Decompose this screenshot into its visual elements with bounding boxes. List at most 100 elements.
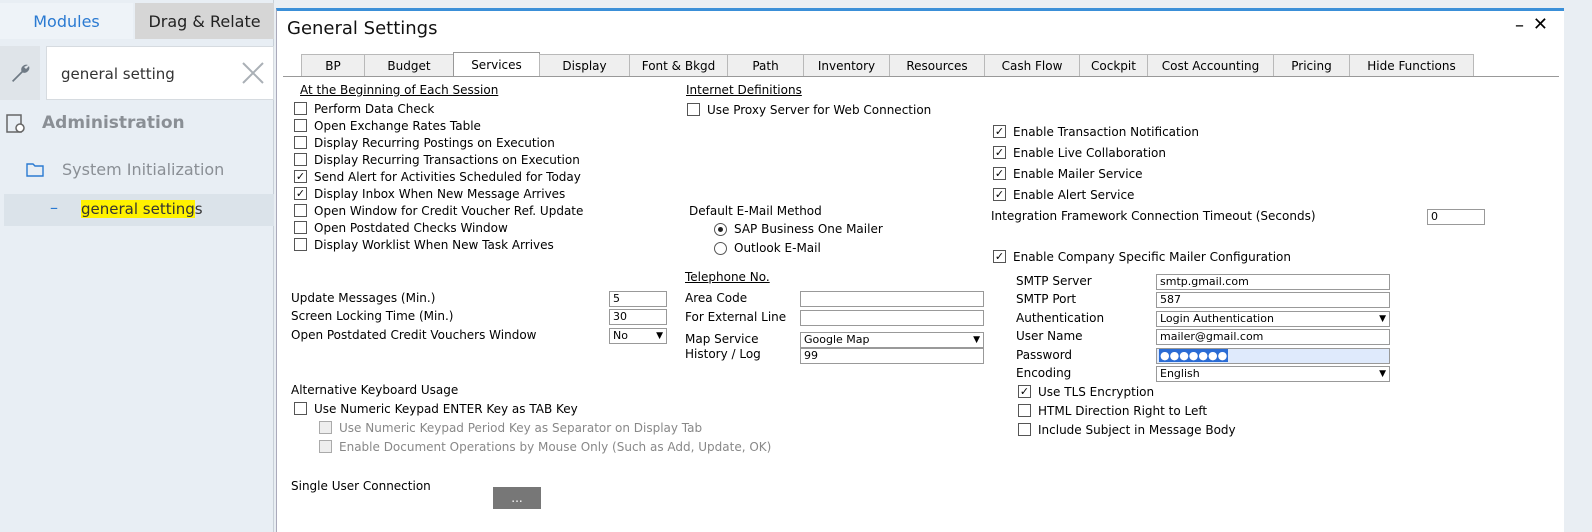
- area-code-label: Area Code: [685, 291, 748, 305]
- rtl-label: HTML Direction Right to Left: [1038, 404, 1208, 418]
- timeout-label: Integration Framework Connection Timeout…: [991, 209, 1316, 223]
- nav-administration[interactable]: Administration: [0, 106, 274, 140]
- tab-path[interactable]: Path: [727, 54, 804, 76]
- general-settings-window: General Settings – ✕ BP Budget Services …: [276, 8, 1564, 532]
- external-line-input[interactable]: [800, 310, 984, 326]
- postdated-vouchers-select[interactable]: No ▼: [609, 328, 667, 344]
- email-method-label: Default E-Mail Method: [689, 204, 822, 218]
- tab-display[interactable]: Display: [539, 54, 630, 76]
- smtp-port-input[interactable]: 587: [1156, 292, 1390, 308]
- authentication-select[interactable]: Login Authentication ▼: [1156, 311, 1390, 327]
- session-option-checkbox[interactable]: [294, 102, 307, 115]
- update-messages-input[interactable]: 5: [609, 291, 667, 307]
- keyboard-header: Alternative Keyboard Usage: [291, 383, 459, 397]
- authentication-label: Authentication: [1016, 311, 1105, 325]
- wrench-icon[interactable]: [0, 46, 40, 100]
- screen-locking-input[interactable]: 30: [609, 309, 667, 325]
- subject-checkbox[interactable]: [1018, 423, 1031, 436]
- telephone-header: Telephone No.: [685, 270, 770, 284]
- user-name-label: User Name: [1016, 329, 1083, 343]
- tab-modules[interactable]: Modules: [0, 3, 133, 39]
- session-option-checkbox[interactable]: [294, 119, 307, 132]
- update-messages-label: Update Messages (Min.): [291, 291, 436, 305]
- tab-pricing[interactable]: Pricing: [1273, 54, 1350, 76]
- period-separator-checkbox[interactable]: [319, 421, 332, 434]
- tab-drag-relate[interactable]: Drag & Relate: [135, 3, 274, 39]
- single-user-button[interactable]: ...: [493, 487, 541, 509]
- tab-font-bkgd[interactable]: Font & Bkgd: [629, 54, 728, 76]
- password-input[interactable]: ●●●●●●●: [1156, 348, 1390, 364]
- session-option-checkbox[interactable]: ✓: [294, 187, 307, 200]
- search-input[interactable]: general setting: [46, 46, 274, 100]
- session-option-checkbox[interactable]: [294, 153, 307, 166]
- email-outlook-radio[interactable]: [714, 242, 727, 255]
- live-collaboration-checkbox[interactable]: ✓: [993, 146, 1006, 159]
- map-service-select[interactable]: Google Map ▼: [800, 332, 984, 348]
- session-option-checkbox[interactable]: [294, 204, 307, 217]
- services-tab-content: At the Beginning of Each Session Perform…: [283, 76, 1559, 532]
- session-option-checkbox[interactable]: [294, 238, 307, 251]
- proxy-label: Use Proxy Server for Web Connection: [707, 103, 932, 117]
- mailer-service-checkbox[interactable]: ✓: [993, 167, 1006, 180]
- history-log-label: History / Log: [685, 347, 761, 361]
- email-sap-radio[interactable]: [714, 223, 727, 236]
- mouse-only-label: Enable Document Operations by Mouse Only…: [339, 440, 772, 454]
- nav-bullet: –: [50, 198, 58, 217]
- timeout-input[interactable]: 0: [1427, 209, 1485, 225]
- session-option-label: Open Exchange Rates Table: [314, 119, 481, 133]
- dropdown-arrow-icon: ▼: [656, 331, 663, 341]
- nav-general-settings[interactable]: – general settings: [4, 194, 274, 226]
- clear-icon[interactable]: [239, 59, 267, 87]
- proxy-checkbox[interactable]: [687, 103, 700, 116]
- encoding-select[interactable]: English ▼: [1156, 366, 1390, 382]
- dropdown-arrow-icon: ▼: [973, 335, 980, 345]
- mailer-service-label: Enable Mailer Service: [1013, 167, 1143, 181]
- tab-hide-functions[interactable]: Hide Functions: [1349, 54, 1474, 76]
- nav-system-initialization[interactable]: System Initialization: [0, 152, 274, 186]
- tab-resources[interactable]: Resources: [889, 54, 985, 76]
- session-option-checkbox[interactable]: ✓: [294, 170, 307, 183]
- nav-system-initialization-label: System Initialization: [62, 160, 225, 179]
- tab-cockpit[interactable]: Cockpit: [1079, 54, 1148, 76]
- postdated-vouchers-label: Open Postdated Credit Vouchers Window: [291, 328, 537, 342]
- session-header: At the Beginning of Each Session: [300, 83, 499, 97]
- user-name-input[interactable]: mailer@gmail.com: [1156, 329, 1390, 345]
- smtp-server-input[interactable]: smtp.gmail.com: [1156, 274, 1390, 290]
- history-log-input[interactable]: 99: [800, 348, 984, 364]
- close-button[interactable]: ✕: [1533, 14, 1548, 35]
- alert-service-label: Enable Alert Service: [1013, 188, 1135, 202]
- external-line-label: For External Line: [685, 310, 787, 324]
- company-mailer-checkbox[interactable]: ✓: [993, 250, 1006, 263]
- session-option-checkbox[interactable]: [294, 221, 307, 234]
- tab-cost-accounting[interactable]: Cost Accounting: [1147, 54, 1274, 76]
- window-title: General Settings: [287, 18, 438, 39]
- session-option-label: Send Alert for Activities Scheduled for …: [314, 170, 581, 184]
- search-value: general setting: [61, 65, 175, 83]
- email-sap-label: SAP Business One Mailer: [734, 222, 883, 236]
- internet-header: Internet Definitions: [686, 83, 802, 97]
- dropdown-arrow-icon: ▼: [1379, 314, 1386, 324]
- company-mailer-label: Enable Company Specific Mailer Configura…: [1013, 250, 1291, 264]
- tab-budget[interactable]: Budget: [364, 54, 454, 76]
- session-option-label: Perform Data Check: [314, 102, 435, 116]
- tab-inventory[interactable]: Inventory: [803, 54, 890, 76]
- nav-administration-label: Administration: [42, 113, 185, 133]
- tls-checkbox[interactable]: ✓: [1018, 385, 1031, 398]
- nav-general-settings-label: general settings: [81, 200, 203, 218]
- transaction-notification-checkbox[interactable]: ✓: [993, 125, 1006, 138]
- single-user-label: Single User Connection: [291, 479, 431, 493]
- mouse-only-checkbox[interactable]: [319, 440, 332, 453]
- tab-bp[interactable]: BP: [301, 54, 365, 76]
- session-option-label: Open Postdated Checks Window: [314, 221, 508, 235]
- area-code-input[interactable]: [800, 291, 984, 307]
- session-option-checkbox[interactable]: [294, 136, 307, 149]
- tab-cash-flow[interactable]: Cash Flow: [984, 54, 1080, 76]
- enter-tab-checkbox[interactable]: [294, 402, 307, 415]
- session-option-label: Display Recurring Transactions on Execut…: [314, 153, 580, 167]
- minimize-button[interactable]: –: [1515, 15, 1524, 36]
- transaction-notification-label: Enable Transaction Notification: [1013, 125, 1200, 139]
- rtl-checkbox[interactable]: [1018, 404, 1031, 417]
- session-option-label: Display Worklist When New Task Arrives: [314, 238, 554, 252]
- tab-services[interactable]: Services: [453, 52, 540, 76]
- alert-service-checkbox[interactable]: ✓: [993, 188, 1006, 201]
